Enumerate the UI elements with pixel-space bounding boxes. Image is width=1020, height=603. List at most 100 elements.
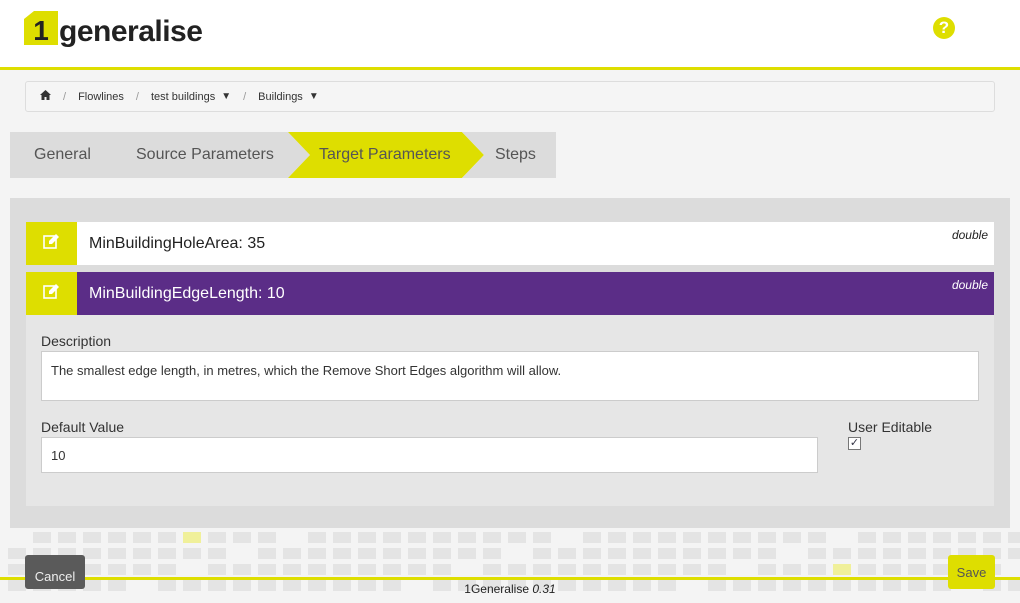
pattern-block	[983, 532, 1001, 543]
pattern-block	[433, 564, 451, 575]
pattern-block	[908, 532, 926, 543]
parameter-type: double	[951, 278, 988, 292]
pattern-block	[958, 532, 976, 543]
pattern-block	[583, 548, 601, 559]
pattern-block	[333, 548, 351, 559]
pattern-block	[133, 532, 151, 543]
pattern-block	[308, 564, 326, 575]
tab-label: Target Parameters	[319, 146, 451, 163]
edit-icon	[42, 283, 61, 304]
svg-text:1: 1	[33, 15, 49, 45]
breadcrumb-separator: /	[63, 90, 67, 103]
pattern-block	[233, 532, 251, 543]
pattern-block	[858, 564, 876, 575]
pattern-block	[558, 548, 576, 559]
pattern-block	[158, 548, 176, 559]
edit-button[interactable]	[26, 222, 77, 265]
tab-target-parameters[interactable]: Target Parameters	[288, 132, 484, 178]
breadcrumb-item-test-buildings[interactable]: test buildings	[151, 91, 215, 103]
breadcrumb-separator: /	[135, 90, 139, 103]
pattern-block	[133, 564, 151, 575]
pattern-block	[658, 548, 676, 559]
pattern-block	[108, 532, 126, 543]
pattern-block	[358, 532, 376, 543]
pattern-block	[758, 564, 776, 575]
parameter-value: 35	[247, 235, 266, 252]
tab-label: Source Parameters	[136, 146, 274, 163]
pattern-block	[83, 564, 101, 575]
pattern-block	[533, 532, 551, 543]
default-value-input[interactable]	[41, 437, 818, 473]
pattern-block	[758, 532, 776, 543]
pattern-block	[908, 548, 926, 559]
pattern-block	[683, 532, 701, 543]
logo-text: generalise	[59, 15, 203, 48]
parameter-details: Description The smallest edge length, in…	[26, 315, 994, 506]
parameter-name: MinBuildingEdgeLength	[89, 285, 259, 302]
user-editable-checkbox[interactable]: ✓	[848, 437, 861, 450]
pattern-block	[833, 564, 851, 575]
pattern-block	[858, 532, 876, 543]
pattern-block	[83, 532, 101, 543]
pattern-block	[383, 532, 401, 543]
breadcrumb-separator: /	[243, 90, 247, 103]
pattern-block	[108, 548, 126, 559]
breadcrumb-item-flowlines[interactable]: Flowlines	[78, 91, 124, 103]
pattern-block	[708, 532, 726, 543]
help-icon[interactable]: ?	[933, 17, 955, 39]
edit-button[interactable]	[26, 272, 77, 315]
parameter-name: MinBuildingHoleArea	[89, 235, 239, 252]
logo-mark: 1	[24, 11, 58, 46]
breadcrumb: / Flowlines / test buildings ▼ / Buildin…	[25, 81, 995, 112]
edit-icon	[42, 233, 61, 254]
pattern-block	[333, 532, 351, 543]
pattern-block	[833, 548, 851, 559]
pattern-block	[133, 548, 151, 559]
pattern-block	[883, 548, 901, 559]
pattern-block	[483, 548, 501, 559]
pattern-block	[258, 564, 276, 575]
pattern-block	[508, 532, 526, 543]
pattern-block	[358, 548, 376, 559]
pattern-block	[433, 548, 451, 559]
pattern-block	[708, 564, 726, 575]
tab-steps[interactable]: Steps	[462, 132, 556, 178]
caret-down-icon[interactable]: ▼	[309, 91, 319, 102]
pattern-block	[8, 564, 26, 575]
description-textarea[interactable]: The smallest edge length, in metres, whi…	[41, 351, 979, 401]
parameters-panel: MinBuildingHoleArea: 35 double MinBuildi…	[10, 198, 1010, 528]
pattern-block	[208, 564, 226, 575]
breadcrumb-item-buildings[interactable]: Buildings	[258, 91, 303, 103]
pattern-block	[558, 564, 576, 575]
footer-version-number: 0.31	[532, 582, 556, 596]
pattern-block	[933, 532, 951, 543]
default-value-label: Default Value	[41, 419, 125, 435]
parameter-label: MinBuildingHoleArea: 35	[89, 235, 266, 252]
pattern-block	[733, 548, 751, 559]
pattern-block	[633, 564, 651, 575]
home-icon[interactable]	[40, 90, 51, 103]
pattern-block	[608, 532, 626, 543]
pattern-block	[33, 532, 51, 543]
tab-source-parameters[interactable]: Source Parameters	[106, 132, 310, 178]
parameter-row-selected[interactable]: MinBuildingEdgeLength: 10 double	[26, 272, 994, 315]
pattern-block	[1008, 532, 1020, 543]
pattern-block	[533, 548, 551, 559]
parameter-row[interactable]: MinBuildingHoleArea: 35 double	[26, 222, 994, 265]
pattern-block	[508, 564, 526, 575]
pattern-block	[608, 564, 626, 575]
pattern-block	[458, 548, 476, 559]
caret-down-icon[interactable]: ▼	[221, 91, 231, 102]
pattern-block	[783, 532, 801, 543]
pattern-block	[158, 564, 176, 575]
pattern-block	[733, 532, 751, 543]
pattern-block	[858, 548, 876, 559]
pattern-block	[258, 548, 276, 559]
logo[interactable]: 1 generalise	[24, 11, 203, 48]
pattern-block	[633, 532, 651, 543]
pattern-block	[83, 548, 101, 559]
pattern-block	[758, 548, 776, 559]
footer-line	[0, 577, 1020, 580]
pattern-block	[8, 548, 26, 559]
pattern-block	[233, 564, 251, 575]
